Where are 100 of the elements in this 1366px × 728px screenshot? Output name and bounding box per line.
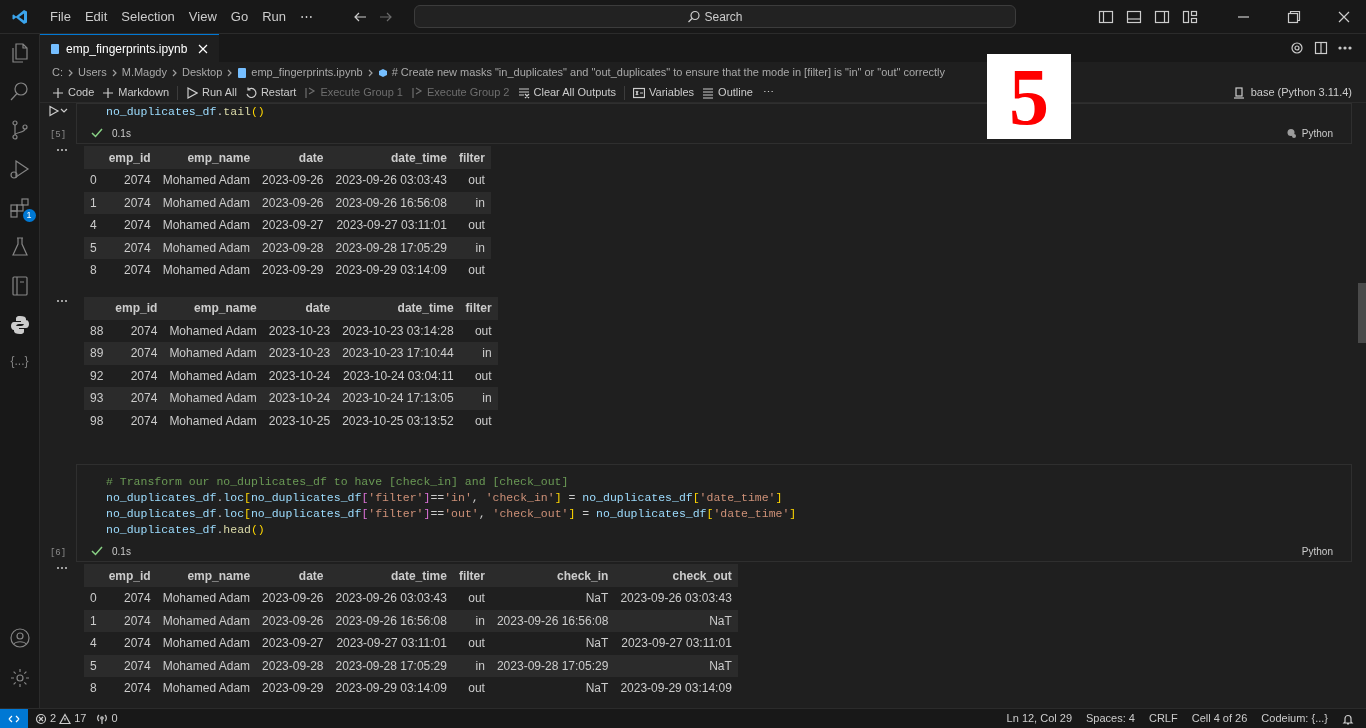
secondary-sidebar-icon[interactable] xyxy=(1154,8,1170,25)
annotation-badge: 5 xyxy=(987,54,1071,139)
warning-count: 17 xyxy=(74,711,87,727)
row-index: 88 xyxy=(84,319,110,342)
output-menu-icon[interactable] xyxy=(56,566,68,570)
run-icon xyxy=(186,86,199,99)
table-cell: out xyxy=(452,677,491,700)
remote-button[interactable] xyxy=(0,709,28,728)
code-line: no_duplicates_df.tail() xyxy=(106,104,266,120)
table-cell: out xyxy=(452,214,491,237)
bell-icon[interactable] xyxy=(1342,712,1354,725)
menu-item[interactable]: Run xyxy=(255,6,293,27)
menu-item[interactable]: Selection xyxy=(114,6,182,27)
more-button[interactable]: ⋯ xyxy=(756,84,780,101)
panel-toggle-icon[interactable] xyxy=(1126,8,1142,25)
table-cell: 2023-09-28 xyxy=(256,236,330,259)
ports-button[interactable]: 0 xyxy=(96,710,118,727)
chevron-icon xyxy=(226,68,234,77)
variables-icon xyxy=(633,86,646,99)
output-menu-icon[interactable] xyxy=(56,148,68,152)
editor-tab[interactable]: emp_fingerprints.ipynb xyxy=(40,34,220,62)
table-cell: 2023-09-26 16:56:08 xyxy=(490,609,615,632)
breadcrumb-item[interactable]: Desktop xyxy=(182,64,223,81)
table-cell: Mohamed Adam xyxy=(163,409,263,432)
menu-item[interactable]: File xyxy=(43,6,78,27)
status-item[interactable]: Cell 4 of 26 xyxy=(1191,710,1248,727)
breadcrumb-item[interactable]: # Create new masks "in_duplicates" and "out_duplicates" to ensure that the mode in [filter] is "in" or "out" correctly xyxy=(377,64,946,81)
toolbar-button[interactable]: Clear All Outputs xyxy=(513,84,621,101)
status-item[interactable]: Codeium: {...} xyxy=(1261,710,1328,727)
table-cell: 2023-09-26 xyxy=(256,587,330,610)
table-cell: Mohamed Adam xyxy=(156,632,257,655)
problems-button[interactable]: 2 17 xyxy=(35,710,87,727)
column-header: date xyxy=(262,296,337,320)
extensions-icon[interactable] xyxy=(7,196,32,220)
table-cell: 2023-09-26 16:56:08 xyxy=(329,191,453,214)
table-cell: out xyxy=(452,587,491,610)
plus-icon xyxy=(102,86,115,99)
toolbar-button[interactable]: Variables xyxy=(629,84,699,101)
status-item[interactable]: CRLF xyxy=(1148,710,1178,727)
table-cell: 2023-09-28 xyxy=(256,654,330,677)
table-cell: Mohamed Adam xyxy=(156,654,257,677)
table-cell: 2023-10-23 03:14:28 xyxy=(336,319,460,342)
row-index: 0 xyxy=(84,587,103,610)
execution-time: 0.1s xyxy=(112,126,131,141)
column-header: emp_id xyxy=(109,296,164,320)
run-cell-icon[interactable] xyxy=(48,105,60,117)
toolbar-button[interactable]: Restart xyxy=(240,84,301,101)
error-icon xyxy=(35,712,47,725)
language-button[interactable]: Python xyxy=(1301,543,1333,559)
menu-item[interactable]: View xyxy=(181,6,224,27)
error-count: 2 xyxy=(50,711,57,727)
sidebar-toggle-icon[interactable] xyxy=(1098,8,1114,25)
scrollbar-thumb[interactable] xyxy=(1358,283,1366,343)
table-cell: 2023-09-27 xyxy=(256,632,330,655)
status-item[interactable]: Ln 12, Col 29 xyxy=(1006,710,1073,727)
table-cell: 2074 xyxy=(102,677,157,700)
layout-icon[interactable] xyxy=(1182,8,1198,25)
code-line: no_duplicates_df.loc[no_duplicates_df['filter']=='in', 'check_in'] = no_duplicates_df['date_time'] xyxy=(106,490,784,506)
table-cell: 2074 xyxy=(102,191,157,214)
execution-time: 0.1s xyxy=(112,544,131,559)
close-icon[interactable] xyxy=(197,42,210,55)
table-cell: in xyxy=(452,654,491,677)
table-cell: in xyxy=(459,342,498,365)
more-menu[interactable]: ⋯ xyxy=(293,6,320,27)
toolbar-button[interactable]: Markdown xyxy=(98,84,174,101)
notebook-file-icon xyxy=(237,66,248,79)
language-button[interactable]: Python xyxy=(1285,125,1333,141)
toolbar-button[interactable]: Run All xyxy=(182,84,241,101)
table-cell: 2023-10-24 17:13:05 xyxy=(336,387,460,410)
breadcrumb-item[interactable]: C: xyxy=(52,64,63,81)
breadcrumb-item[interactable]: emp_fingerprints.ipynb xyxy=(237,64,363,81)
breadcrumb-item[interactable]: Users xyxy=(78,64,107,81)
column-header: date_time xyxy=(329,564,453,587)
table-cell: 2074 xyxy=(109,319,164,342)
table-cell: Mohamed Adam xyxy=(156,677,257,700)
json-button[interactable]: {...} xyxy=(10,352,29,370)
restore-icon[interactable] xyxy=(1286,8,1302,25)
status-item[interactable]: Spaces: 4 xyxy=(1086,710,1135,727)
breadcrumb-item[interactable]: M.Magdy xyxy=(121,64,167,81)
output-menu-icon[interactable] xyxy=(56,298,68,303)
column-header: date xyxy=(256,564,330,587)
column-header: emp_name xyxy=(163,296,263,320)
chevron-icon[interactable] xyxy=(60,107,68,115)
toolbar-button[interactable]: Outline xyxy=(698,84,757,101)
cell-icon xyxy=(377,67,388,78)
menu-item[interactable]: Go xyxy=(223,6,256,27)
row-index: 89 xyxy=(84,342,110,365)
table-cell: out xyxy=(452,259,491,282)
row-index: 4 xyxy=(84,214,103,237)
account-icon[interactable] xyxy=(7,626,32,650)
table-cell: NaT xyxy=(490,587,615,610)
menu-item[interactable]: Edit xyxy=(77,6,115,27)
toolbar-button[interactable]: Code xyxy=(48,84,99,101)
table-cell: 2023-09-26 03:03:43 xyxy=(614,587,738,610)
antenna-icon xyxy=(96,712,109,725)
search-field[interactable]: Search xyxy=(414,5,1016,28)
table-cell: 2074 xyxy=(102,587,157,610)
kernel-picker[interactable]: base (Python 3.11.4) xyxy=(1232,84,1352,101)
table-cell: 2074 xyxy=(109,387,164,410)
split-editor-icon[interactable] xyxy=(1314,41,1328,55)
